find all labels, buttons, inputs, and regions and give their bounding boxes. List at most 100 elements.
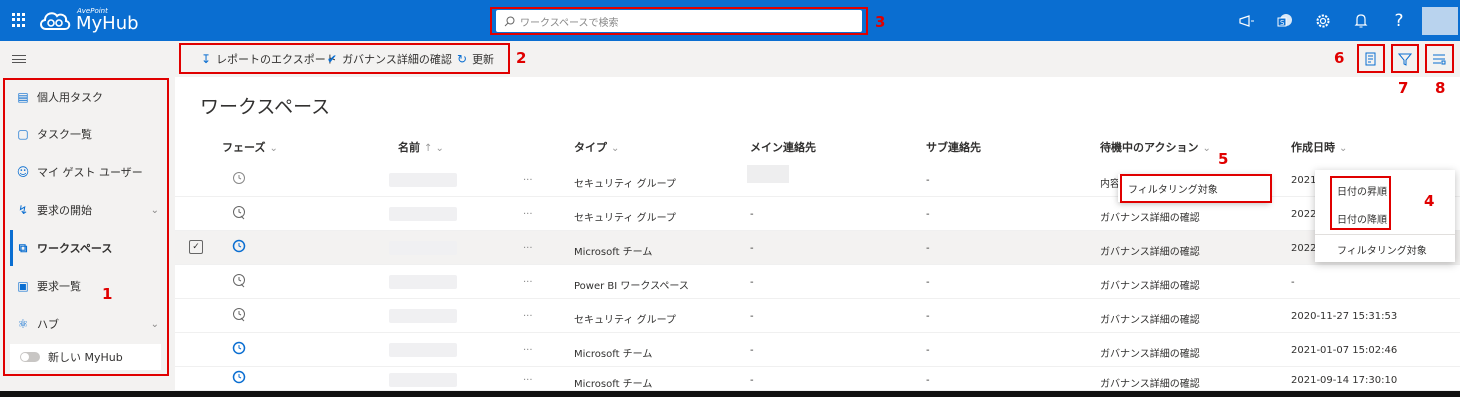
- active-icon: [232, 370, 246, 384]
- chevron-down-icon: ⌄: [269, 143, 278, 154]
- more-actions-icon[interactable]: ···: [523, 277, 533, 288]
- sub-contact-cell: -: [926, 209, 930, 220]
- column-header-label: 作成日時: [1291, 141, 1335, 154]
- type-cell: セキュリティ グループ: [574, 179, 676, 190]
- column-header-created[interactable]: 作成日時 ⌄: [1291, 139, 1347, 155]
- annotation-number-4: 4: [1424, 192, 1435, 210]
- main-contact-cell: -: [750, 277, 754, 288]
- more-actions-icon[interactable]: ···: [523, 375, 533, 386]
- table-row[interactable]: ··· セキュリティ グループ - - ガバナンス詳細の確認 2020-11-2…: [175, 299, 1460, 333]
- column-header-label: メイン連絡先: [750, 141, 816, 154]
- row-checkbox[interactable]: ✓: [189, 240, 203, 254]
- column-header-sub-contact[interactable]: サブ連絡先: [926, 139, 981, 155]
- created-cell: 2022: [1291, 209, 1317, 220]
- more-actions-icon[interactable]: ···: [523, 311, 533, 322]
- megaphone-icon[interactable]: [1228, 0, 1266, 41]
- created-cell: 2021: [1291, 175, 1317, 186]
- main-contact-cell: -: [750, 311, 754, 322]
- more-actions-icon[interactable]: ···: [523, 209, 533, 220]
- created-cell: 2021-01-07 15:02:46: [1291, 345, 1398, 356]
- created-cell: 2021-09-14 17:30:10: [1291, 375, 1398, 386]
- pending-icon: [233, 308, 245, 322]
- column-header-label: 待機中のアクション: [1100, 141, 1199, 154]
- column-header-pending-action[interactable]: 待機中のアクション ⌄: [1100, 139, 1211, 155]
- column-header-label: サブ連絡先: [926, 141, 981, 154]
- active-icon: [232, 239, 246, 253]
- table-row[interactable]: ··· Power BI ワークスペース - - ガバナンス詳細の確認 -: [175, 265, 1460, 299]
- annotation-number-1: 1: [102, 285, 113, 303]
- more-actions-icon[interactable]: ···: [523, 243, 533, 254]
- sub-contact-cell: -: [926, 311, 930, 322]
- sub-contact-cell: -: [926, 243, 930, 254]
- sort-menu-filter[interactable]: フィルタリング対象: [1315, 236, 1455, 262]
- pending-action-cell: ガバナンス詳細の確認: [1100, 281, 1200, 292]
- column-header-label: 名前: [398, 141, 420, 154]
- table-row[interactable]: ··· Microsoft チーム - - ガバナンス詳細の確認 2021-09…: [175, 363, 1460, 391]
- annotation-box-6: [1357, 44, 1385, 73]
- type-cell: セキュリティ グループ: [574, 315, 676, 326]
- name-redacted: [389, 275, 457, 289]
- type-cell: Microsoft チーム: [574, 379, 653, 390]
- chevron-down-icon: ⌄: [1339, 143, 1348, 154]
- sort-ascending-icon: ↑ ⌄: [424, 143, 444, 154]
- main-contact-cell: -: [750, 375, 754, 386]
- pending-icon: [233, 274, 245, 288]
- gear-icon[interactable]: [1304, 0, 1342, 41]
- type-cell: Microsoft チーム: [574, 247, 653, 258]
- type-cell: セキュリティ グループ: [574, 213, 676, 224]
- sub-contact-cell: -: [926, 277, 930, 288]
- pending-action-cell: 内容: [1100, 179, 1120, 190]
- column-header-main-contact[interactable]: メイン連絡先: [750, 139, 816, 155]
- more-actions-icon[interactable]: ···: [523, 175, 533, 186]
- help-icon[interactable]: ?: [1380, 0, 1418, 41]
- type-cell: Power BI ワークスペース: [574, 281, 689, 292]
- main-contact-redacted: [747, 165, 789, 183]
- pending-icon: [233, 206, 245, 220]
- sharepoint-icon[interactable]: S: [1266, 0, 1304, 41]
- created-cell: -: [1291, 277, 1295, 288]
- cloud-logo-icon: [40, 12, 71, 30]
- column-header-label: タイプ: [574, 141, 607, 154]
- more-actions-icon[interactable]: ···: [523, 345, 533, 356]
- type-cell: Microsoft チーム: [574, 349, 653, 360]
- avatar[interactable]: [1422, 6, 1458, 35]
- column-header-name[interactable]: 名前 ↑ ⌄: [398, 139, 444, 155]
- svg-text:S: S: [1280, 19, 1285, 27]
- name-redacted: [389, 241, 457, 255]
- annotation-box-8: [1425, 44, 1454, 73]
- menu-divider: [1315, 234, 1455, 235]
- page-title: ワークスペース: [200, 96, 331, 118]
- created-cell: 2022: [1291, 243, 1317, 254]
- annotation-box-5: [1120, 174, 1272, 203]
- pending-action-cell: ガバナンス詳細の確認: [1100, 379, 1200, 390]
- pending-action-cell: ガバナンス詳細の確認: [1100, 349, 1200, 360]
- annotation-number-5: 5: [1218, 150, 1229, 168]
- main-contact-cell: -: [750, 345, 754, 356]
- annotation-number-8: 8: [1435, 79, 1446, 97]
- column-header-phase[interactable]: フェーズ ⌄: [222, 139, 278, 155]
- annotation-number-3: 3: [875, 13, 886, 31]
- name-redacted: [389, 343, 457, 357]
- hamburger-menu-icon[interactable]: [12, 55, 26, 63]
- main-contact-cell: -: [750, 243, 754, 254]
- annotation-box-3: [490, 7, 868, 35]
- table-row[interactable]: ··· Microsoft チーム - - ガバナンス詳細の確認 2021-01…: [175, 333, 1460, 367]
- sub-contact-cell: -: [926, 375, 930, 386]
- created-cell: 2020-11-27 15:31:53: [1291, 311, 1398, 322]
- myhub-logo[interactable]: AvePoint MyHub: [38, 6, 139, 34]
- annotation-number-7: 7: [1398, 79, 1409, 97]
- annotation-box-1: [3, 78, 169, 376]
- sub-contact-cell: -: [926, 175, 930, 186]
- annotation-box-2: [179, 43, 510, 74]
- pending-action-cell: ガバナンス詳細の確認: [1100, 315, 1200, 326]
- bell-icon[interactable]: [1342, 0, 1380, 41]
- app-launcher-icon[interactable]: [12, 13, 26, 27]
- column-header-label: フェーズ: [222, 141, 266, 154]
- column-header-type[interactable]: タイプ ⌄: [574, 139, 619, 155]
- annotation-number-6: 6: [1334, 49, 1345, 67]
- main-contact-cell: -: [750, 209, 754, 220]
- name-redacted: [389, 373, 457, 387]
- chevron-down-icon: ⌄: [1202, 143, 1211, 154]
- table-row[interactable]: ✓ ··· Microsoft チーム - - ガバナンス詳細の確認 2022: [175, 231, 1460, 265]
- name-redacted: [389, 173, 457, 187]
